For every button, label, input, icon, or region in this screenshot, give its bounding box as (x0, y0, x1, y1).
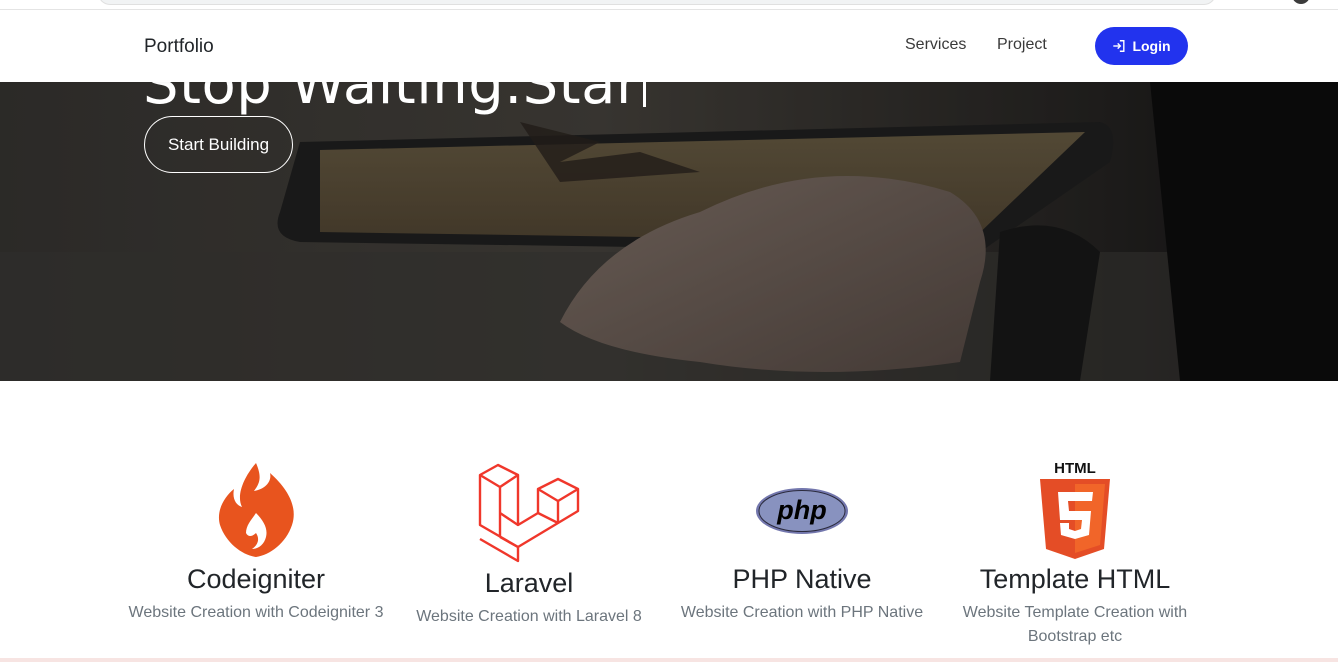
svg-text:php: php (776, 495, 826, 525)
nav-link-project[interactable]: Project (997, 36, 1047, 54)
login-label: Login (1132, 38, 1171, 54)
section-divider (0, 658, 1338, 662)
hero-title-text: Stop Waiting.Star (143, 82, 640, 117)
browser-address-bar[interactable] (98, 0, 1216, 5)
service-description: Website Creation with Codeigniter 3 (128, 604, 384, 621)
service-description: Website Creation with Laravel 8 (416, 608, 642, 625)
svg-text:HTML: HTML (1054, 460, 1096, 477)
service-title: Laravel (484, 568, 574, 598)
laravel-icon (399, 461, 659, 563)
html5-icon: HTML (945, 459, 1205, 561)
service-title: Template HTML (979, 564, 1171, 594)
php-icon: php (672, 487, 932, 535)
start-building-button[interactable]: Start Building (144, 116, 293, 173)
login-button[interactable]: Login (1095, 27, 1188, 65)
login-icon (1112, 39, 1126, 53)
service-description: Website Template Creation with Bootstrap… (962, 604, 1188, 645)
service-description: Website Creation with PHP Native (680, 604, 924, 621)
hero-section: Stop Waiting.Star Start Building (0, 82, 1338, 381)
service-title: PHP Native (732, 564, 872, 594)
browser-profile-avatar[interactable] (1292, 0, 1310, 4)
codeigniter-flame-icon (126, 463, 386, 558)
brand-link[interactable]: Portfolio (144, 36, 214, 58)
navbar: Portfolio Services Project Login (0, 10, 1338, 82)
services-section: Codeigniter Website Creation with Codeig… (0, 381, 1338, 662)
service-title: Codeigniter (186, 564, 326, 594)
nav-link-services[interactable]: Services (905, 36, 966, 54)
browser-top-strip (0, 0, 1338, 10)
hero-title: Stop Waiting.Star (143, 82, 647, 117)
typing-caret (643, 82, 647, 107)
